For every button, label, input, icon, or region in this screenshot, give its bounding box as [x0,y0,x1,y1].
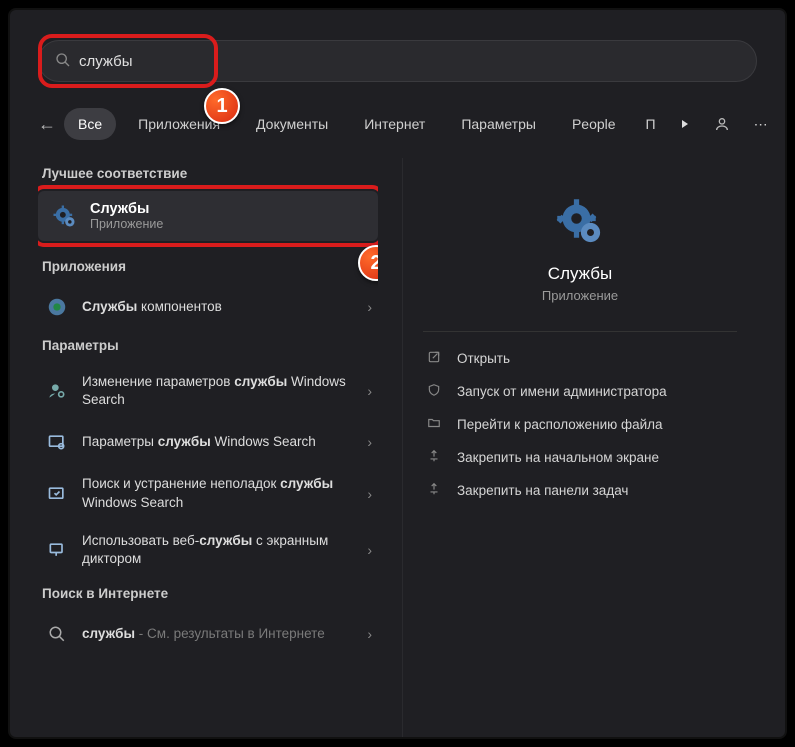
tab-settings[interactable]: Параметры [447,108,550,140]
result-setting-item[interactable]: Поиск и устранение неполадок службы Wind… [38,465,378,521]
best-match-title: Службы [90,201,163,217]
action-label: Закрепить на начальном экране [457,450,659,465]
chevron-right-icon: › [367,626,372,642]
chevron-right-icon: › [367,542,372,558]
search-icon [55,52,71,71]
tab-internet[interactable]: Интернет [350,108,439,140]
open-icon [427,350,443,367]
result-label: службы - См. результаты в Интернете [82,625,355,643]
search-icon [44,621,70,647]
action-run-admin[interactable]: Запуск от имени администратора [403,375,757,408]
chevron-right-icon: › [367,434,372,450]
search-input[interactable] [79,53,740,70]
component-services-icon [44,294,70,320]
divider [423,331,737,332]
pin-icon [427,482,443,499]
action-pin-taskbar[interactable]: Закрепить на панели задач [403,474,757,507]
tab-overflow[interactable]: П [638,108,664,140]
search-box[interactable] [38,40,757,82]
result-label: Использовать веб-службы с экранным дикто… [82,532,355,568]
troubleshoot-icon [44,481,70,507]
back-button[interactable]: ← [38,108,56,140]
pin-icon [427,449,443,466]
best-match-text: Службы Приложение [90,201,163,231]
action-label: Открыть [457,351,510,366]
result-label: Параметры службы Windows Search [82,433,355,451]
user-search-icon [44,378,70,404]
result-setting-item[interactable]: Параметры службы Windows Search › [38,419,378,465]
section-best-match: Лучшее соответствие [42,166,378,181]
results-panel: Лучшее соответствие Службы Приложение [38,158,378,737]
section-apps: Приложения [42,259,378,274]
result-setting-item[interactable]: Изменение параметров службы Windows Sear… [38,363,378,419]
section-web: Поиск в Интернете [42,586,378,601]
folder-icon [427,416,443,433]
result-app-item[interactable]: Службы компонентов › [38,284,378,330]
gear-icon [552,194,608,250]
best-match-item[interactable]: Службы Приложение [38,191,378,241]
chevron-right-icon: › [367,299,372,315]
search-row [38,40,757,82]
more-icon[interactable]: ⋯ [746,108,778,140]
section-settings: Параметры [42,338,378,353]
tab-people[interactable]: People [558,108,630,140]
action-file-location[interactable]: Перейти к расположению файла [403,408,757,441]
result-web-item[interactable]: службы - См. результаты в Интернете › [38,611,378,657]
action-label: Закрепить на панели задач [457,483,628,498]
tabs-row: ← Все Приложения Документы Интернет Пара… [38,102,757,146]
tab-apps[interactable]: Приложения [124,108,234,140]
tab-documents[interactable]: Документы [242,108,342,140]
action-label: Перейти к расположению файла [457,417,663,432]
window-search-icon [44,429,70,455]
result-label: Поиск и устранение неполадок службы Wind… [82,475,355,511]
action-pin-start[interactable]: Закрепить на начальном экране [403,441,757,474]
result-setting-item[interactable]: Использовать веб-службы с экранным дикто… [38,522,378,578]
action-label: Запуск от имени администратора [457,384,667,399]
chevron-right-icon: › [367,486,372,502]
result-label: Изменение параметров службы Windows Sear… [82,373,355,409]
tab-all[interactable]: Все [64,108,116,140]
action-open[interactable]: Открыть [403,342,757,375]
gear-icon [50,202,78,230]
preview-subtitle: Приложение [403,288,757,303]
start-menu-search: 1 ← Все Приложения Документы Интернет Па… [8,8,787,739]
annotation-highlight-2 [38,185,378,247]
result-label: Службы компонентов [82,298,355,316]
account-icon[interactable] [706,108,738,140]
shield-icon [427,383,443,400]
chevron-right-icon: › [367,383,372,399]
tab-next-icon[interactable] [672,108,698,140]
preview-panel: Службы Приложение Открыть Запуск от имен… [402,158,757,737]
narrator-icon [44,537,70,563]
preview-title: Службы [403,264,757,284]
best-match-subtitle: Приложение [90,217,163,231]
